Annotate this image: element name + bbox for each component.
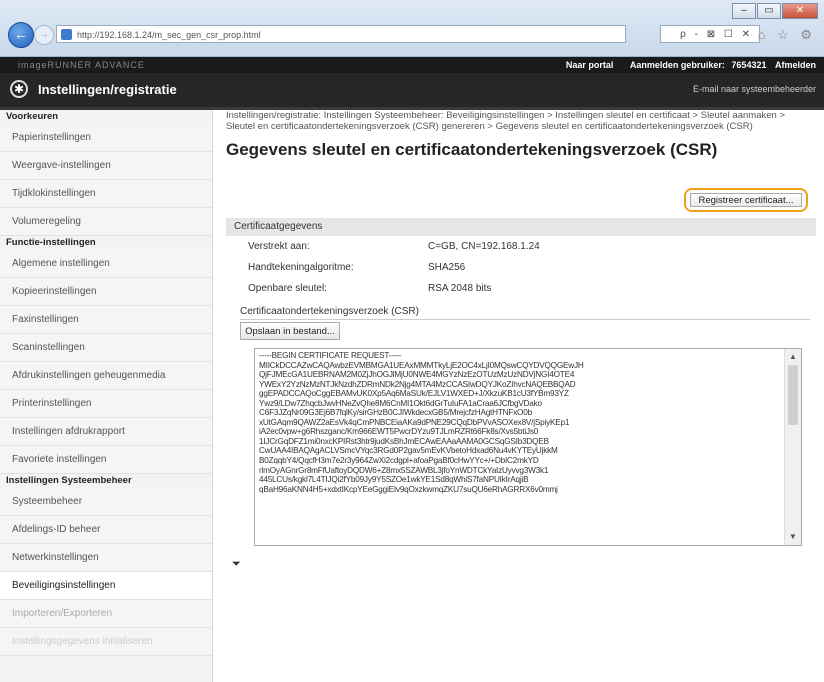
main-content: Instellingen/registratie: Instellingen S… [226,110,816,570]
user-label: Aanmelden gebruiker: [629,60,725,70]
sidebar-item-copy[interactable]: Kopieerinstellingen [0,278,212,306]
csr-textarea[interactable]: -----BEGIN CERTIFICATE REQUEST----- MIIC… [254,348,802,546]
sidebar-item-print-media[interactable]: Afdrukinstellingen geheugenmedia [0,362,212,390]
sidebar-item-volume[interactable]: Volumeregeling [0,208,212,236]
sidebar-item-report[interactable]: Instellingen afdrukrapport [0,418,212,446]
mail-admin-link[interactable]: E-mail naar systeembeheerder [693,84,816,94]
sidebar-item-paper-settings[interactable]: Papierinstellingen [0,124,212,152]
scroll-to-bottom-icon[interactable]: ⏷ [232,558,241,571]
sidebar-item-network[interactable]: Netwerkinstellingen [0,544,212,572]
breadcrumb: Instellingen/registratie: Instellingen S… [226,110,785,132]
csr-label: Certificaatondertekeningsverzoek (CSR) [240,306,810,320]
detail-label: Handtekeningalgoritme: [248,262,354,273]
maximize-button[interactable]: ▭ [757,3,781,19]
register-certificate-highlight: Registreer certificaat... [684,188,808,212]
back-arrow-icon[interactable]: ← [8,22,34,48]
sidebar-item-display-settings[interactable]: Weergave-instellingen [0,152,212,180]
sidebar-heading-function-settings: Functie-instellingen [6,237,96,248]
scroll-down-icon[interactable]: ▼ [785,529,801,545]
logout-link[interactable]: Afmelden [775,60,816,70]
sidebar-item-fax[interactable]: Faxinstellingen [0,306,212,334]
sidebar-item-department-id[interactable]: Afdelings-ID beheer [0,516,212,544]
sidebar-heading-management: Instellingen Systeembeheer [6,475,132,486]
page-title: Gegevens sleutel en certificaatonderteke… [226,140,718,159]
detail-value: SHA256 [428,262,466,273]
sidebar-item-security[interactable]: Beveiligingsinstellingen [0,572,212,600]
sidebar-item-import-export[interactable]: Importeren/Exporteren [0,600,212,628]
sidebar-item-scan[interactable]: Scaninstellingen [0,334,212,362]
sidebar-item-system-management[interactable]: Systeembeheer [0,488,212,516]
sidebar-item-printer[interactable]: Printerinstellingen [0,390,212,418]
scroll-thumb[interactable] [788,365,798,425]
gear-icon: ✱ [10,80,28,98]
register-certificate-button[interactable]: Registreer certificaat... [690,193,802,207]
header-title: Instellingen/registratie [38,82,177,97]
sidebar: Voorkeuren Papierinstellingen Weergave-i… [0,110,213,682]
window-controls: – ▭ ✕ [731,3,818,19]
detail-label: Openbare sleutel: [248,283,327,294]
section-heading: Certificaatgegevens [226,218,816,236]
sidebar-heading-preferences: Voorkeuren [6,111,59,122]
detail-value: RSA 2048 bits [428,283,492,294]
scroll-up-icon[interactable]: ▲ [785,349,801,365]
user-id: 7654321 [731,60,767,70]
detail-label: Verstrekt aan: [248,241,310,252]
csr-scrollbar[interactable]: ▲ ▼ [784,349,801,545]
address-bar[interactable]: http://192.168.1.24/m_sec_gen_csr_prop.h… [56,25,626,43]
detail-value: C=GB, CN=192.168.1.24 [428,241,540,252]
top-bar-links: Naar portal Aanmelden gebruiker: 7654321… [552,57,816,73]
forward-arrow-icon[interactable]: → [34,25,54,45]
sidebar-item-favorites[interactable]: Favoriete instellingen [0,446,212,474]
sidebar-item-timer-settings[interactable]: Tijdklokinstellingen [0,180,212,208]
csr-text: -----BEGIN CERTIFICATE REQUEST----- MIIC… [259,351,584,494]
sidebar-item-general[interactable]: Algemene instellingen [0,250,212,278]
page-icon [61,29,72,40]
url-text: http://192.168.1.24/m_sec_gen_csr_prop.h… [77,30,261,40]
detail-row: Handtekeningalgoritme: SHA256 [248,262,465,273]
portal-link[interactable]: Naar portal [566,60,614,70]
top-bar: imageRUNNER ADVANCE Naar portal Aanmelde… [0,57,824,73]
sidebar-item-initialize[interactable]: Instellingsgegevens initialiseren [0,628,212,656]
address-tools[interactable]: ρ - ⊠ ☐ ✕ [660,25,760,43]
minimize-button[interactable]: – [732,3,756,19]
device-name: imageRUNNER ADVANCE [18,60,145,70]
detail-row: Openbare sleutel: RSA 2048 bits [248,283,491,294]
detail-row: Verstrekt aan: C=GB, CN=192.168.1.24 [248,241,540,252]
save-to-file-button[interactable]: Opslaan in bestand... [240,322,340,340]
header-bar: ✱ Instellingen/registratie E-mail naar s… [0,73,824,110]
close-window-button[interactable]: ✕ [782,3,818,19]
browser-chrome: – ▭ ✕ ← → http://192.168.1.24/m_sec_gen_… [0,0,824,57]
toolbar-icons[interactable]: ⌂ ☆ ⚙ [758,27,816,43]
